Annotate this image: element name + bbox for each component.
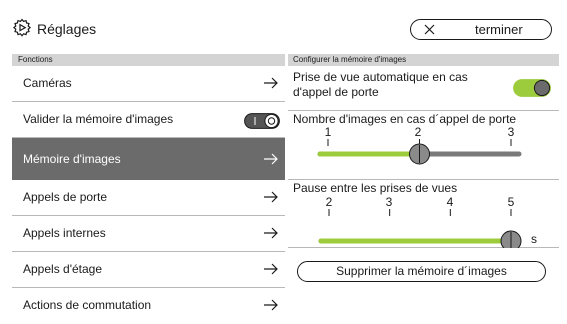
auto-capture-row: Prise de vue automatique en cas d'appel … bbox=[288, 66, 559, 111]
enable-image-memory-toggle[interactable] bbox=[244, 113, 280, 129]
header-bar: Réglages terminer bbox=[0, 0, 567, 54]
done-button-label: terminer bbox=[475, 22, 523, 37]
menu-item-floor-calls[interactable]: Appels d'étage bbox=[12, 252, 285, 288]
image-memory-config-panel: Configurer la mémoire d'images Prise de … bbox=[288, 54, 559, 323]
arrow-right-icon bbox=[264, 77, 278, 89]
menu-item-label: Appels d'étage bbox=[23, 262, 103, 276]
functions-section-header: Fonctions bbox=[12, 54, 285, 66]
close-icon bbox=[424, 24, 435, 35]
arrow-right-icon bbox=[264, 299, 278, 311]
menu-item-switching-actions[interactable]: Actions de commutation bbox=[12, 288, 285, 324]
menu-item-label: Mémoire d'images bbox=[23, 152, 121, 166]
menu-item-label: Caméras bbox=[23, 76, 72, 90]
auto-capture-toggle[interactable] bbox=[513, 79, 551, 97]
gear-icon bbox=[12, 18, 32, 37]
config-section-header: Configurer la mémoire d'images bbox=[288, 54, 559, 66]
delete-image-memory-button[interactable]: Supprimer la mémoire d´images bbox=[297, 261, 546, 282]
page-title: Réglages bbox=[37, 21, 97, 37]
auto-capture-label: Prise de vue automatique en cas d'appel … bbox=[293, 70, 468, 99]
pause-slider[interactable] bbox=[288, 196, 559, 248]
menu-item-image-memory[interactable]: Mémoire d'images bbox=[12, 138, 285, 180]
pause-row: Pause entre les prises de vues 2 3 4 5 s bbox=[288, 180, 559, 248]
menu-item-door-calls[interactable]: Appels de porte bbox=[12, 180, 285, 216]
arrow-right-icon bbox=[264, 191, 278, 203]
arrow-right-icon bbox=[264, 153, 278, 165]
arrow-right-icon bbox=[264, 227, 278, 239]
menu-item-label: Appels de porte bbox=[23, 190, 108, 204]
pause-label: Pause entre les prises de vues bbox=[293, 181, 458, 195]
menu-item-label: Valider la mémoire d'images bbox=[23, 112, 174, 126]
menu-item-internal-calls[interactable]: Appels internes bbox=[12, 216, 285, 252]
menu-item-enable-image-memory: Valider la mémoire d'images bbox=[12, 102, 285, 138]
menu-item-cameras[interactable]: Caméras bbox=[12, 66, 285, 102]
functions-panel: Fonctions Caméras Valider la mémoire d'i… bbox=[12, 54, 285, 323]
menu-item-label: Actions de commutation bbox=[23, 298, 152, 312]
image-count-slider[interactable] bbox=[288, 127, 559, 179]
done-button[interactable]: terminer bbox=[410, 19, 552, 40]
menu-item-label: Appels internes bbox=[23, 226, 106, 240]
arrow-right-icon bbox=[264, 263, 278, 275]
image-count-row: Nombre d'images en cas d´appel de porte … bbox=[288, 111, 559, 180]
